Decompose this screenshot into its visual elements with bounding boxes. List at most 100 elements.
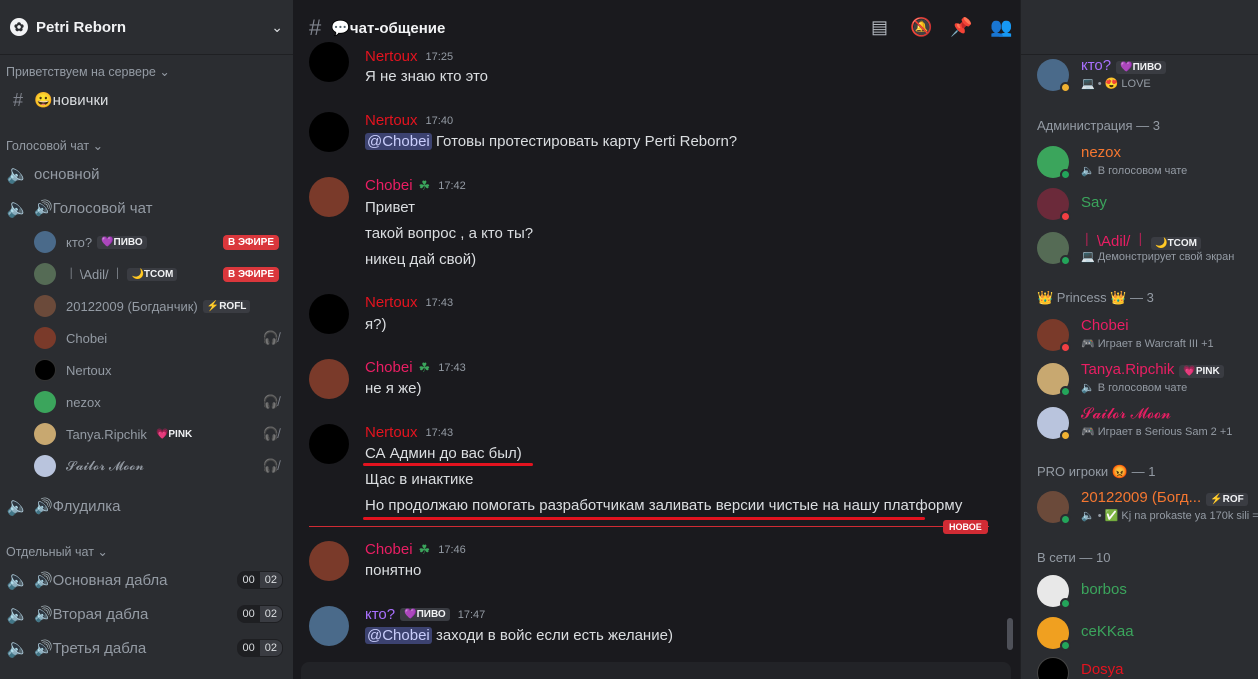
member[interactable]: borbos (1037, 572, 1258, 610)
member[interactable]: 20122009 (Богд... ⚡ROF 🔈 • ✅ Kj na prokas… (1037, 488, 1258, 526)
member[interactable]: nezox 🔈 В голосовом чате (1037, 143, 1258, 181)
message-text: @Chobei Готовы протестировать карту Pert… (365, 133, 738, 150)
voice-user[interactable]: 𝓢𝓪𝓲𝓵𝓸𝓻 𝓜𝓸𝓸𝓷 🎧̸ (34, 453, 279, 479)
avatar[interactable] (309, 294, 349, 334)
voice-user[interactable]: 20122009 (Богданчик) ⚡ROFL (34, 293, 279, 319)
voice-user[interactable]: nezox 🎧̸ (34, 389, 279, 415)
member[interactable]: ceKKaa (1037, 614, 1258, 652)
avatar (1037, 657, 1069, 679)
scrollbar[interactable] (1007, 618, 1013, 650)
live-badge: В ЭФИРЕ (222, 266, 279, 282)
channel-dub-3[interactable]: 🔈 🔊Третья дабла 00 02 (6, 633, 283, 663)
channel-dub-1[interactable]: 🔈 🔊Основная дабла 00 02 (6, 565, 283, 595)
member-list-icon[interactable]: 👥 (990, 17, 1012, 38)
author[interactable]: Nertoux (365, 294, 418, 311)
channel-main[interactable]: 🔈 основной (6, 159, 283, 189)
member[interactable]: Chobei 🎮 Играет в Warcraft III +1 (1037, 316, 1258, 354)
new-messages-divider (309, 526, 989, 527)
avatar (1037, 491, 1071, 525)
member[interactable]: Tanya.Ripchik 💗PINK 🔈 В голосовом чате (1037, 360, 1258, 398)
avatar (1037, 363, 1071, 397)
member[interactable]: Dosya (1037, 654, 1258, 679)
deafened-icon: 🎧̸ (262, 330, 279, 345)
message-text: такой вопрос , а кто ты? (365, 225, 534, 242)
channel-newbies[interactable]: # 😀новички (6, 85, 283, 115)
member[interactable]: 𝓢𝓪𝓲𝓵𝓸𝓻 𝓜𝓸𝓸𝓷 🎮 Играет в Serious Sam 2 +1 (1037, 404, 1258, 442)
avatar (34, 327, 56, 349)
author[interactable]: Chobei (365, 177, 413, 194)
author[interactable]: Chobei (365, 359, 413, 376)
message-text: Я не знаю кто это (365, 68, 489, 85)
voice-user[interactable]: кто? 💜ПИВО В ЭФИРЕ (34, 229, 279, 255)
server-header[interactable]: ✿ Petri Reborn ⌄ (0, 0, 293, 55)
avatar (34, 295, 56, 317)
message-text: Но продолжаю помогать разработчикам зали… (365, 497, 963, 514)
red-underline (363, 517, 925, 520)
user-limit: 00 02 (236, 639, 283, 657)
avatar (1037, 575, 1071, 609)
discord-avatar-icon (1037, 617, 1071, 651)
category-welcome[interactable]: Приветствуем на сервере ⌄ (6, 64, 170, 79)
threads-icon[interactable]: ▤ (871, 17, 888, 38)
avatar (34, 359, 56, 381)
channel-header: # 💬чат-общение ▤ 🔕 📌 👥 (293, 0, 1020, 55)
mention[interactable]: @Chobei (365, 133, 432, 150)
member-list: кто? 💜ПИВО 💻 • 😍 LOVE Администрация — 3 n… (1020, 0, 1258, 679)
author[interactable]: Nertoux (365, 112, 418, 129)
category-voice[interactable]: Голосовой чат ⌄ (6, 138, 103, 153)
avatar[interactable] (309, 606, 349, 646)
discord-avatar-icon (1037, 146, 1071, 180)
avatar[interactable] (309, 112, 349, 152)
message-text: понятно (365, 562, 422, 579)
channel-voice[interactable]: 🔈 🔊Голосовой чат (6, 193, 283, 223)
category-separate[interactable]: Отдельный чат ⌄ (6, 544, 108, 559)
pin-icon[interactable]: 📌 (950, 17, 972, 38)
avatar[interactable] (309, 541, 349, 581)
hash-icon: # (309, 14, 322, 40)
server-name: Petri Reborn (36, 18, 127, 36)
avatar (34, 263, 56, 285)
speaker-icon: 🔈 (6, 603, 30, 624)
speaker-icon: 🔈 (6, 163, 30, 184)
role-header: В сети — 10 (1037, 550, 1111, 565)
avatar (1037, 188, 1071, 222)
voice-user[interactable]: Nertoux (34, 357, 279, 383)
voice-user[interactable]: ꒐ \Adil/ ꒐ 🌙TCOM В ЭФИРЕ (34, 261, 279, 287)
clover-icon: ☘ (418, 541, 431, 557)
author[interactable]: Nertoux (365, 424, 418, 441)
voice-user[interactable]: Tanya.Ripchik 💗PINK 🎧̸ (34, 421, 279, 447)
message-text: СА Админ до вас был) (365, 445, 522, 462)
hash-icon: # (12, 89, 23, 110)
role-header: 👑 Princess 👑 — 3 (1037, 290, 1154, 305)
message-text: я?) (365, 316, 387, 333)
channel-dub-2[interactable]: 🔈 🔊Вторая дабла 00 02 (6, 599, 283, 629)
avatar[interactable] (309, 177, 349, 217)
chevron-down-icon[interactable]: ⌄ (271, 19, 283, 36)
voice-user[interactable]: Chobei 🎧̸ (34, 325, 279, 351)
member[interactable]: ꒐ \Adil/ ꒐ 🌙TCOM 💻 Демонстрирует свой экр… (1037, 229, 1258, 267)
author[interactable]: кто? (365, 606, 395, 623)
deafened-icon: 🎧̸ (262, 426, 279, 441)
mention[interactable]: @Chobei (365, 627, 432, 644)
author[interactable]: Nertoux (365, 48, 418, 65)
message-input[interactable] (301, 662, 1011, 679)
member[interactable]: кто? 💜ПИВО 💻 • 😍 LOVE (1037, 56, 1258, 94)
role-header: Администрация — 3 (1037, 118, 1161, 133)
message-text: никец дай свой) (365, 251, 477, 268)
user-limit: 00 02 (236, 571, 283, 589)
author[interactable]: Chobei (365, 541, 413, 558)
clover-icon: ☘ (418, 177, 431, 193)
message-text: не я же) (365, 380, 422, 397)
channel-flood[interactable]: 🔈 🔊Флудилка (6, 491, 283, 521)
avatar (1037, 59, 1071, 93)
avatar (1037, 232, 1071, 266)
avatar[interactable] (309, 359, 349, 399)
avatar[interactable] (309, 424, 349, 464)
member[interactable]: Say (1037, 185, 1258, 223)
avatar (34, 455, 56, 477)
user-limit: 00 02 (236, 605, 283, 623)
new-badge: НОВОЕ (943, 520, 988, 534)
avatar[interactable] (309, 42, 349, 82)
notifications-off-icon[interactable]: 🔕 (910, 17, 932, 38)
speaker-icon: 🔈 (6, 197, 30, 218)
